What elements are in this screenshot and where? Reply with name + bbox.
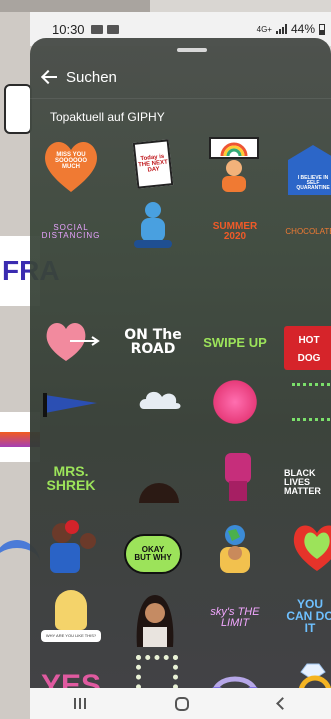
recent-apps-icon[interactable] [74,698,87,709]
sticker-social-distancing[interactable]: SOCIAL DISTANCING [38,202,104,262]
sticker-believe-quarantine[interactable]: I BELIEVE IN SELF QUARANTINE [280,140,331,200]
search-label[interactable]: Suchen [66,69,117,86]
sticker-green-script[interactable] [284,372,331,432]
sticker-green-heart[interactable] [284,518,331,578]
cloud-icon [139,391,181,409]
screen: FRA 10:30 4G+ 44% Suchen Topaktuell auf … [0,0,331,719]
gallery-notification-icon [90,24,103,34]
sticker-yes[interactable]: YES [38,656,104,689]
sticker-earth-hands[interactable] [202,518,268,578]
ring-icon [298,663,331,688]
sticker-you-can-do-it[interactable]: YOU CAN DO IT [284,586,331,646]
network-type: 4G+ [256,24,272,34]
sticker-okay-but-why[interactable]: OKAY BUT WHY [120,524,186,584]
sticker-blue-character[interactable] [120,196,186,256]
battery-icon [319,23,325,35]
sticker-woman-portrait[interactable] [122,588,188,648]
giphy-sticker-sheet: Suchen Topaktuell auf GIPHY MISS YOU SOO… [30,38,331,688]
sticker-sky-limit[interactable]: sky's THE LIMIT [202,588,268,648]
sticker-on-the-road[interactable]: ON The ROAD [120,312,186,372]
sticker-text: SWIPE UP [203,334,267,350]
sticker-strong-woman[interactable] [38,518,104,578]
sticker-text: OKAY BUT WHY [134,545,172,562]
navigation-bar [30,688,331,719]
sticker-text: SOCIAL DISTANCING [41,223,101,240]
battery-percent: 44% [290,22,315,36]
sheet-drag-handle[interactable] [177,48,207,52]
sticker-text: Today is THE NEXT DAY [137,153,169,174]
home-icon[interactable] [174,696,189,711]
sticker-text: WHY ARE YOU LIKE THIS? [45,633,97,638]
sticker-flower-frame[interactable] [124,652,190,688]
sticker-chocolate[interactable]: CHOCOLATE [285,202,331,262]
sticker-cloud[interactable] [126,370,192,430]
sticker-heart-arrow[interactable] [38,312,104,372]
sticker-text: SUMMER 2020 [212,221,258,242]
link-sticker-icon [4,84,32,134]
sticker-summer-2020[interactable]: SUMMER 2020 [202,202,268,262]
status-right: 4G+ 44% [257,22,325,36]
sticker-angel-why[interactable]: WHY ARE YOU LIKE THIS? [38,588,104,648]
sticker-text: BLACK LIVES MATTER [284,467,321,496]
status-time: 10:30 [52,21,85,37]
sticker-text: ON The ROAD [124,327,182,357]
sticker-text: YES [40,669,102,689]
strong-woman-icon [50,520,96,573]
sticker-miss-you[interactable]: MISS YOU SOOOOOO MUCH [38,136,104,196]
sticker-rainbow-person[interactable] [202,134,268,194]
sticker-black-lives-matter[interactable]: BLACK LIVES MATTER [284,452,331,512]
sticker-ring[interactable] [284,654,331,688]
fist-icon [225,453,251,501]
sticker-text: YOU CAN DO IT [286,597,331,635]
sticker-swipe-up[interactable]: SWIPE UP [202,312,268,372]
sticker-text: sky's THE LIMIT [210,606,260,629]
pennant-icon [43,393,97,417]
sticker-text: I BELIEVE IN SELF QUARANTINE [296,175,330,191]
sticker-hot-dog[interactable]: HOT DOG [284,318,331,378]
signal-icon [275,24,287,34]
back-nav-icon[interactable] [275,697,289,710]
sticker-pennant[interactable] [38,376,104,436]
headphones-icon [212,676,258,688]
blue-character-icon [134,202,172,248]
woman-portrait-icon [136,595,174,647]
sticker-today-next-day[interactable]: Today is THE NEXT DAY [120,134,186,194]
background-top-strip [0,0,150,12]
earth-hands-icon [220,525,250,573]
sticker-pink-sparkle[interactable] [202,372,268,432]
sticker-text: MISS YOU SOOOOOO MUCH [54,152,87,170]
sticker-text: HOT DOG [297,335,321,364]
sticker-mrs-shrek[interactable]: MRS. SHREK [38,448,104,508]
sticker-fist[interactable] [204,446,270,506]
sticker-hair-peek[interactable] [126,474,192,512]
rainbow-person-icon [209,137,259,192]
green-heart-icon [293,525,331,571]
back-arrow-icon[interactable] [40,67,60,87]
message-notification-icon [106,24,119,34]
sticker-grid: MISS YOU SOOOOOO MUCH Today is THE NEXT … [36,134,331,688]
divider [30,98,331,99]
sticker-text: MRS. SHREK [46,463,96,493]
sticker-text: CHOCOLATE [285,227,331,236]
heart-arrow-icon [46,323,100,361]
section-title: Topaktuell auf GIPHY [50,110,165,124]
search-bar[interactable]: Suchen [40,62,320,92]
sticker-headphones[interactable] [202,654,268,688]
